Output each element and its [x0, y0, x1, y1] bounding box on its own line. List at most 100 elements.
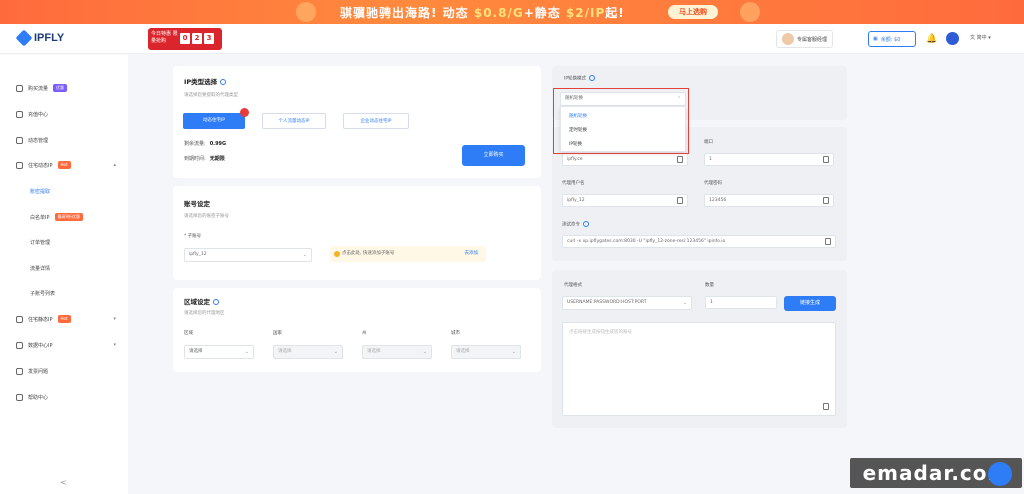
sidebar: 购买流量 优惠 充值中心 动态管理 住宅动态IP Hot ▴ 账密提取 白名单I… [0, 55, 128, 494]
sidebar-item-traffic-detail[interactable]: 流量详情 [30, 262, 136, 274]
sidebar-item-buy-traffic[interactable]: 购买流量 优惠 [16, 82, 122, 94]
test-command-label: 测试命令 [562, 222, 580, 228]
balance-button[interactable]: ▣ 余额: $0 [868, 31, 916, 47]
copy-icon[interactable] [823, 197, 829, 204]
ip-type-card: IP类型选择 请选择您要提取的代理类型 动态住宅IP 个人流量动态IP 企业动态… [173, 66, 541, 178]
cart-icon [16, 84, 23, 92]
lantern-icon [296, 2, 316, 22]
add-subaccount-notice: 点击此处, 快速添加子账号 去添加 [330, 246, 486, 262]
promo-chip[interactable]: 今日特惠 限量抢购 0 2 3 [148, 28, 222, 50]
user-icon[interactable] [946, 32, 959, 45]
sidebar-item-residential-static[interactable]: 住宅静态IP Hot ▾ [16, 313, 122, 325]
top-header: IPFLY 今日特惠 限量抢购 0 2 3 专属客服经理 ▣ 余额: $0 🔔 … [0, 24, 1024, 54]
copy-icon[interactable] [825, 238, 831, 245]
test-command-input[interactable]: curl -x xp.ipflygates.com:8030 -U "ipfly… [562, 235, 836, 248]
sidebar-item-account-extract[interactable]: 账密提取 [8, 181, 136, 201]
ip-type-personal-dynamic[interactable]: 个人流量动态IP [262, 113, 326, 129]
tag-badge: 优惠 [53, 84, 68, 92]
username-input[interactable]: ipfly_12 [562, 194, 688, 207]
sidebar-item-invoice[interactable]: 发票问题 [16, 365, 122, 377]
count-label: 数量 [705, 283, 714, 288]
card-subtitle: 请选择您的账密子账号 [184, 214, 229, 219]
tag-badge: 最高9折优惠 [54, 213, 84, 221]
chevron-up-icon: ▴ [113, 162, 116, 168]
wallet-icon: ▣ [873, 36, 878, 42]
region-select[interactable]: 请选择 ⌄ [184, 345, 254, 359]
info-icon [213, 299, 219, 305]
list-icon [16, 136, 23, 144]
language-select[interactable]: 文 简中 ▾ [970, 34, 991, 41]
port-input[interactable]: 1 [704, 153, 834, 166]
country-label: 国家 [273, 331, 282, 336]
logo-icon [15, 29, 33, 47]
copy-icon[interactable] [677, 156, 683, 163]
chat-support-icon[interactable] [988, 462, 1012, 486]
rotation-mode-label: IP轮换模式 [564, 76, 587, 82]
username-label: 代理用户名 [562, 181, 585, 186]
server-icon [16, 341, 23, 349]
card-subtitle: 请选择您的代理地区 [184, 311, 225, 316]
chevron-down-icon: ⌄ [511, 349, 516, 355]
ip-type-enterprise-dynamic[interactable]: 企业动态住宅IP [343, 113, 409, 129]
copy-icon[interactable] [677, 197, 683, 204]
copy-icon[interactable] [823, 156, 829, 163]
sidebar-item-recharge[interactable]: 充值中心 [16, 108, 122, 120]
generate-link-button[interactable]: 链接生成 [784, 296, 836, 311]
count-input[interactable]: 1 [705, 296, 777, 309]
banner-text: 骐骥驰骋出海路! 动态 $0.8/G+静态 $2/IP起! [340, 6, 625, 20]
region-card: 区域设定 请选择您的代理地区 区域 国家 州 城市 请选择 ⌄ 请选择 ⌄ 请选择 ⌄… [173, 288, 541, 372]
format-label: 代理格式 [564, 283, 582, 288]
warning-icon [334, 251, 340, 257]
chevron-down-icon: ⌄ [244, 349, 249, 355]
banner-cta-button[interactable]: 马上选购 [668, 5, 718, 19]
sidebar-item-subaccounts[interactable]: 子账号列表 [30, 287, 136, 299]
format-select[interactable]: USERNAME:PASSWORD:HOST:PORT ⌄ [562, 296, 692, 310]
globe-icon [16, 315, 23, 323]
copy-icon[interactable] [823, 403, 829, 410]
tag-badge: Hot [57, 315, 71, 323]
bell-icon[interactable]: 🔔 [926, 34, 937, 44]
avatar [782, 33, 794, 45]
lantern-icon [740, 2, 760, 22]
password-input[interactable]: 123456 [704, 194, 834, 207]
wallet-icon [16, 110, 23, 118]
subaccount-label: * 子账号 [184, 234, 202, 239]
collapse-sidebar-icon[interactable]: < [60, 478, 67, 487]
sidebar-item-dynamic-manage[interactable]: 动态管理 [16, 134, 122, 146]
add-subaccount-link[interactable]: 去添加 [465, 246, 479, 262]
country-select[interactable]: 请选择 ⌄ [273, 345, 343, 359]
account-card: 账号设定 请选择您的账密子账号 * 子账号 ipfly_12 ⌄ [173, 186, 541, 280]
info-icon [589, 75, 596, 81]
info-icon [220, 79, 227, 85]
remaining-traffic: 剩余流量: 0.99G [184, 141, 227, 147]
chevron-down-icon: ⌄ [302, 252, 307, 258]
card-title: 区域设定 [184, 298, 210, 306]
expire-time: 到期时间: 无期限 [184, 156, 225, 162]
highlight-frame [553, 88, 689, 154]
promo-banner[interactable]: 骐骥驰骋出海路! 动态 $0.8/G+静态 $2/IP起! 马上选购 [0, 0, 1024, 24]
ip-type-dynamic-residential[interactable]: 动态住宅IP [183, 108, 249, 129]
region-label: 区域 [184, 331, 193, 336]
card-title: IP类型选择 [184, 78, 218, 86]
buy-now-button[interactable]: 立即购买 [462, 145, 525, 166]
globe-icon [16, 161, 23, 169]
subaccount-select[interactable]: ipfly_12 ⌄ [184, 248, 312, 262]
sidebar-item-residential-dynamic[interactable]: 住宅动态IP Hot ▴ [16, 159, 122, 171]
chevron-down-icon: ▾ [113, 342, 116, 348]
result-textarea[interactable]: 点击链接生成按钮生成您的账号 [562, 322, 836, 416]
host-input[interactable]: ipfly.ce [562, 153, 688, 166]
state-select[interactable]: 请选择 ⌄ [362, 345, 432, 359]
help-icon [16, 393, 23, 401]
city-select[interactable]: 请选择 ⌄ [451, 345, 521, 359]
sidebar-item-help[interactable]: 帮助中心 [16, 391, 122, 403]
service-manager-button[interactable]: 专属客服经理 [776, 30, 834, 48]
language-icon: 文 [970, 35, 976, 41]
state-label: 州 [362, 331, 367, 336]
card-subtitle: 请选择您要提取的代理类型 [184, 93, 238, 98]
sidebar-item-orders[interactable]: 订单管理 [30, 236, 136, 248]
logo[interactable]: IPFLY [15, 29, 64, 47]
info-icon [583, 221, 589, 227]
sidebar-item-whitelist[interactable]: 白名单IP 最高9折优惠 [30, 211, 136, 223]
sidebar-item-datacenter[interactable]: 数据中心IP ▾ [16, 339, 122, 351]
card-title: 账号设定 [184, 200, 210, 208]
